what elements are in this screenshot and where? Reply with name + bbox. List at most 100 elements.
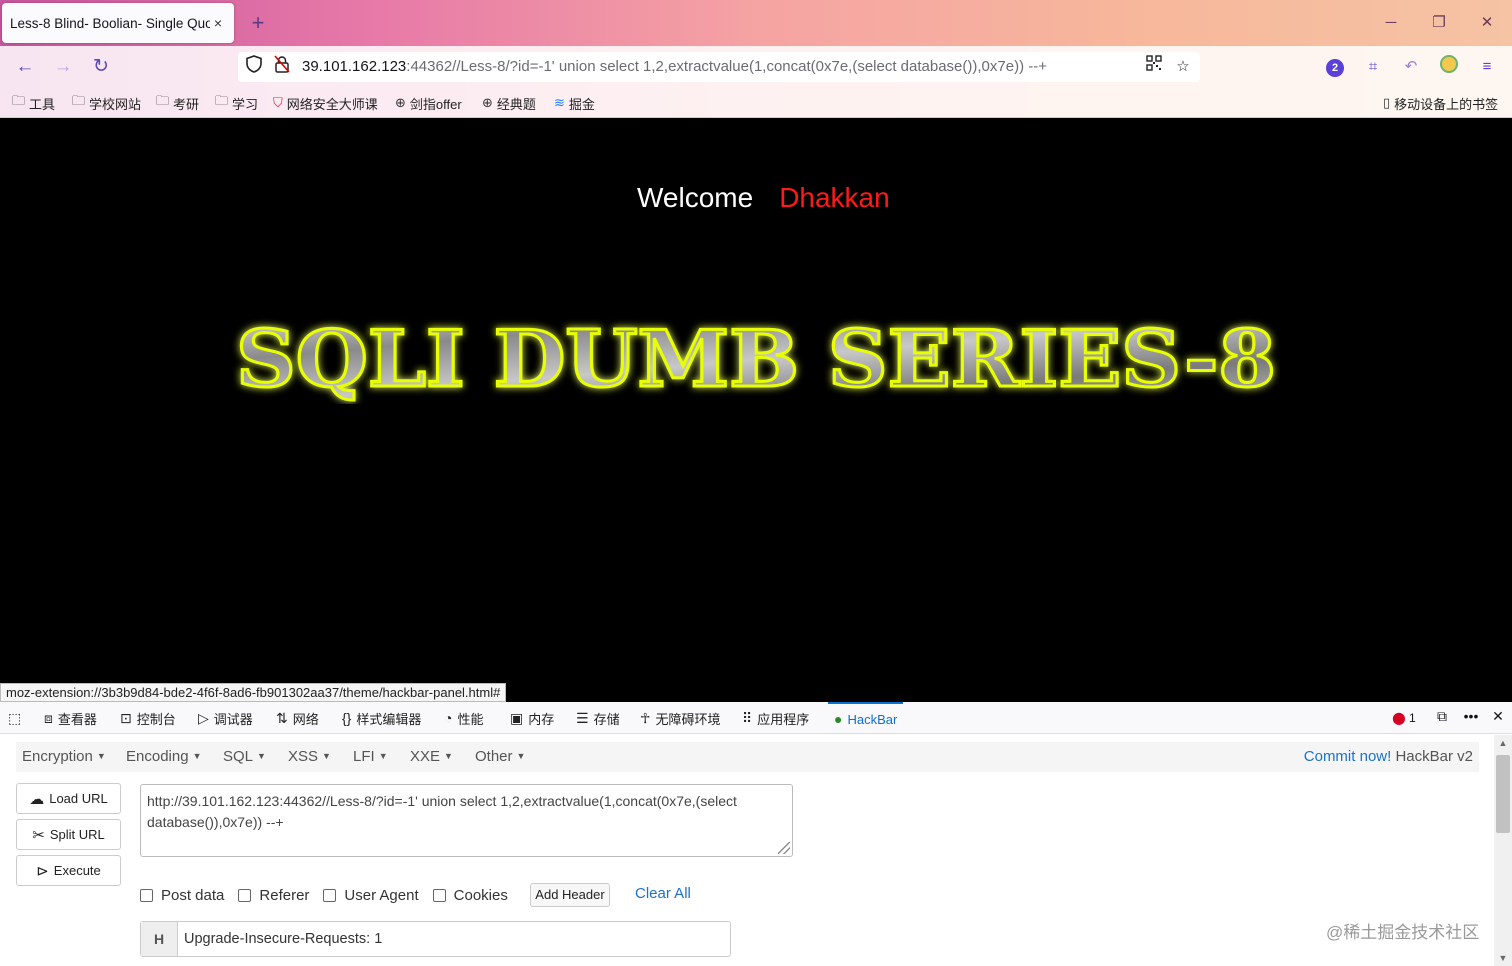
user-agent-checkbox[interactable]: User Agent (323, 887, 419, 904)
tab-style-editor[interactable]: {} 样式编辑器 (342, 702, 421, 734)
tab-debugger[interactable]: ▷ 调试器 (198, 702, 253, 734)
add-header-button[interactable]: Add Header (530, 883, 610, 907)
tab-close-icon[interactable]: × (210, 15, 226, 31)
clear-all-link[interactable]: Clear All (635, 885, 691, 902)
bookmark-label: 工具 (29, 96, 56, 112)
restore-icon[interactable]: ❐ (1424, 10, 1454, 36)
window-close-icon[interactable]: ✕ (1472, 10, 1502, 36)
checkbox[interactable] (238, 888, 252, 902)
tab-label: 无障碍环境 (655, 711, 721, 727)
tab-console[interactable]: ⊡ 控制台 (120, 702, 176, 734)
tab-network[interactable]: ⇅ 网络 (276, 702, 319, 734)
qr-code-icon[interactable] (1142, 55, 1166, 79)
menu-encryption[interactable]: Encryption ▼ (22, 748, 106, 765)
bookmarks-bar: 🗀 工具 🗀 学校网站 🗀 考研 🗀 学习 ⛉ 网络安全大师课 ⊕ 剑指offer ⊕ 经典题… (0, 88, 1512, 118)
hackbar-menu-bar: Encryption ▼ Encoding ▼ SQL ▼ XSS ▼ LFI ▼ XXE… (16, 742, 1479, 772)
console-icon: ⊡ (120, 709, 132, 726)
menu-encoding[interactable]: Encoding ▼ (126, 748, 201, 765)
menu-hamburger-icon[interactable]: ≡ (1475, 55, 1499, 79)
bookmark-folder-tools[interactable]: 🗀 工具 (12, 93, 55, 113)
menu-xss[interactable]: XSS ▼ (288, 748, 331, 765)
mobile-bookmarks[interactable]: ▯ 移动设备上的书签 (1383, 93, 1498, 113)
bookmark-security-course[interactable]: ⛉ 网络安全大师课 (273, 93, 378, 113)
header-value-input[interactable]: Upgrade-Insecure-Requests: 1 (178, 922, 730, 956)
back-icon[interactable]: ← (12, 54, 38, 80)
reload-icon[interactable]: ↻ (88, 54, 114, 80)
element-picker-icon[interactable]: ⬚ (8, 702, 21, 734)
shield-tracking-icon[interactable] (242, 55, 266, 79)
split-url-button[interactable]: ✂ Split URL (16, 819, 121, 850)
globe-icon: ⊕ (395, 95, 406, 110)
hackbar-icon: ● (834, 711, 843, 727)
resize-grip-icon[interactable] (778, 842, 790, 854)
undo-icon[interactable]: ↶ (1399, 55, 1423, 79)
referer-checkbox[interactable]: Referer (238, 887, 309, 904)
scroll-up-icon[interactable]: ▲ (1494, 738, 1512, 748)
tab-inspector[interactable]: ⧈ 查看器 (44, 702, 97, 734)
insecure-lock-icon[interactable] (270, 55, 294, 79)
post-data-checkbox[interactable]: Post data (140, 887, 224, 904)
folder-icon: 🗀 (215, 93, 229, 108)
checkbox[interactable] (140, 888, 153, 902)
bookmark-classic-problems[interactable]: ⊕ 经典题 (482, 93, 536, 113)
menu-other[interactable]: Other ▼ (475, 748, 525, 765)
tab-application[interactable]: ⠿ 应用程序 (742, 702, 809, 734)
active-tab[interactable]: Less-8 Blind- Boolian- Single Quotes × (2, 3, 234, 43)
devtools-scrollbar[interactable]: ▲ ▼ (1494, 735, 1512, 966)
extension-badge-icon[interactable]: 2 (1323, 55, 1347, 79)
tab-label: 内存 (528, 711, 555, 727)
execute-button[interactable]: ⊳ Execute (16, 855, 121, 886)
address-bar[interactable]: 39.101.162.123:44362//Less-8/?id=-1' uni… (238, 52, 1200, 82)
menu-lfi[interactable]: LFI ▼ (353, 748, 388, 765)
tab-accessibility[interactable]: ☥ 无障碍环境 (640, 702, 720, 734)
forward-icon[interactable]: → (50, 54, 76, 80)
menu-sql[interactable]: SQL ▼ (223, 748, 266, 765)
close-devtools-icon[interactable]: ✕ (1488, 708, 1508, 728)
hackbar-version: HackBar v2 (1395, 748, 1473, 765)
minimize-icon[interactable]: ─ (1376, 10, 1406, 36)
bookmark-folder-school[interactable]: 🗀 学校网站 (72, 93, 141, 113)
bookmark-juejin[interactable]: ≋ 掘金 (554, 93, 595, 113)
scrollbar-thumb[interactable] (1496, 755, 1510, 833)
cloud-download-icon: ☁ (29, 790, 45, 808)
new-tab-button[interactable]: + (246, 10, 270, 36)
url-textarea[interactable]: http://39.101.162.123:44362//Less-8/?id=… (140, 784, 793, 857)
performance-icon: ◔ (444, 710, 453, 726)
watermark: @稀土掘金技术社区 (1326, 923, 1480, 942)
bookmark-folder-study[interactable]: 🗀 学习 (215, 93, 258, 113)
url-path: :44362//Less-8/?id=-1' union select 1,2,… (406, 58, 1047, 75)
crop-icon[interactable]: ⌗ (1361, 55, 1385, 79)
scissors-icon: ✂ (32, 826, 45, 844)
tab-label: 性能 (457, 711, 484, 727)
checkbox[interactable] (323, 888, 337, 902)
url-text[interactable]: 39.101.162.123:44362//Less-8/?id=-1' uni… (302, 58, 1047, 75)
bookmark-folder-kaoyan[interactable]: 🗀 考研 (156, 93, 199, 113)
cookies-checkbox[interactable]: Cookies (432, 887, 508, 904)
scroll-down-icon[interactable]: ▼ (1494, 953, 1512, 963)
browser-chrome: Less-8 Blind- Boolian- Single Quotes × +… (0, 0, 1512, 118)
tab-performance[interactable]: ◔ 性能 (444, 702, 483, 734)
bookmark-star-icon[interactable]: ☆ (1171, 55, 1195, 79)
load-url-button[interactable]: ☁ Load URL (16, 783, 121, 814)
debugger-icon: ▷ (198, 709, 209, 726)
header-key: H (141, 922, 178, 956)
menu-xxe[interactable]: XXE ▼ (410, 748, 453, 765)
error-count-badge[interactable]: ⬤ 1 (1390, 708, 1418, 728)
dock-side-icon[interactable]: ⧉ (1432, 708, 1452, 728)
url-textarea-value: http://39.101.162.123:44362//Less-8/?id=… (147, 793, 737, 830)
tab-hackbar[interactable]: ● HackBar (828, 702, 904, 734)
juejin-icon: ≋ (554, 95, 565, 110)
commit-link[interactable]: Commit now! HackBar v2 (1304, 748, 1473, 765)
tab-label: 调试器 (213, 711, 253, 727)
tab-storage[interactable]: ☰ 存储 (576, 702, 620, 734)
tab-label: 网络 (292, 711, 319, 727)
status-bar-url: moz-extension://3b3b9d84-bde2-4f6f-8ad6-… (0, 683, 507, 702)
bookmark-jianzhi-offer[interactable]: ⊕ 剑指offer (395, 93, 462, 113)
caret-down-icon: ▼ (257, 751, 266, 761)
profile-avatar-icon[interactable] (1437, 55, 1461, 79)
folder-icon: 🗀 (12, 93, 26, 108)
caret-down-icon: ▼ (378, 751, 388, 761)
more-options-icon[interactable]: ••• (1460, 708, 1482, 728)
tab-memory[interactable]: ▣ 内存 (510, 702, 554, 734)
checkbox[interactable] (432, 888, 446, 902)
